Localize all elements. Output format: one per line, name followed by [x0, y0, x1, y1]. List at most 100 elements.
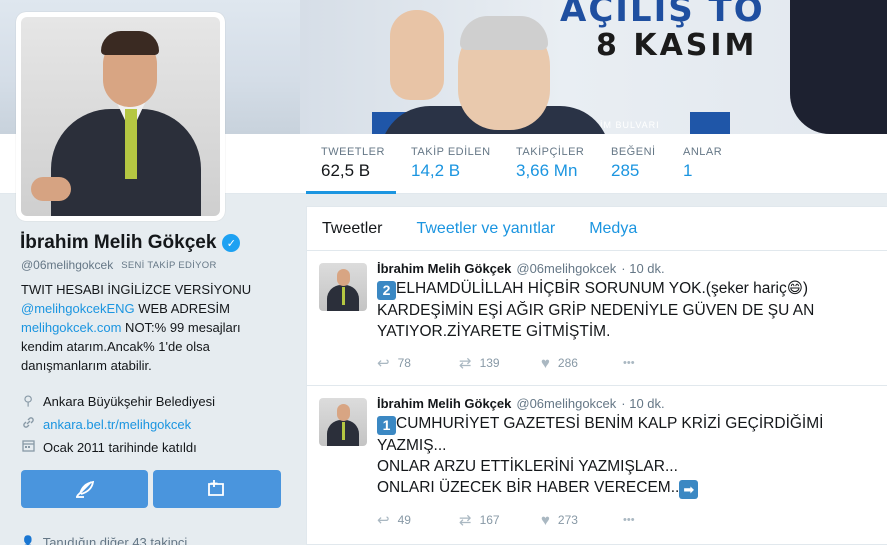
people-icon: 👤 — [21, 536, 35, 545]
tweet-author-name[interactable]: İbrahim Melih Gökçek — [377, 261, 511, 276]
profile-name[interactable]: İbrahim Melih Gökçek — [20, 232, 216, 254]
more-icon: ••• — [623, 357, 635, 369]
tab-tweets-and-replies[interactable]: Tweetler ve yanıtlar — [416, 220, 555, 238]
link-icon — [21, 416, 35, 432]
profile-handle[interactable]: @06melihgokcek — [21, 258, 113, 272]
retweet-count: 139 — [479, 356, 500, 370]
like-count: 286 — [557, 356, 578, 370]
bio-link-website[interactable]: melihgokcek.com — [21, 320, 121, 335]
reply-count: 49 — [397, 513, 411, 527]
retweet-icon: ⇄ — [459, 355, 472, 372]
like-count: 273 — [557, 513, 578, 527]
stat-value: 285 — [611, 161, 640, 180]
stat-value: 3,66 Mn — [516, 161, 578, 180]
profile-bio: TWIT HESABI İNGİLİZCE VERSİYONU @melihgo… — [21, 280, 276, 375]
stat-likes[interactable]: BEĞENİ 285 — [611, 146, 656, 194]
retweet-button[interactable]: ⇄ 139 — [459, 354, 541, 372]
stat-value: 62,5 B — [321, 161, 371, 180]
reply-icon: ↩ — [377, 355, 390, 372]
stat-value: 14,2 B — [411, 161, 461, 180]
banner-sign-right — [690, 112, 730, 134]
tweet-author-name[interactable]: İbrahim Melih Gökçek — [377, 396, 511, 411]
tweet-text: 1 CUMHURİYET GAZETESİ BENİM KALP KRİZİ GE… — [377, 413, 877, 499]
tweet-actions: ↩ 49 ⇄ 167 ♥ 273 ••• — [377, 511, 877, 530]
known-followers-row[interactable]: 👤 Tanıdığın diğer 43 takipçi — [21, 535, 187, 545]
tweet[interactable]: İbrahim Melih Gökçek @06melihgokcek · 10… — [307, 386, 887, 545]
tweet-timestamp[interactable]: · 10 dk. — [621, 396, 664, 411]
profile-name-row: İbrahim Melih Gökçek ✓ — [20, 232, 241, 254]
stat-tweets[interactable]: TWEETLER 62,5 B — [306, 146, 396, 194]
grinning-face-emoji: 😄 — [786, 280, 803, 297]
stat-label: TAKİPÇİLER — [516, 146, 585, 158]
stat-label: BEĞENİ — [611, 146, 656, 158]
heart-icon: ♥ — [541, 511, 550, 529]
timeline-tabs: Tweetler Tweetler ve yanıtlar Medya — [307, 207, 887, 251]
reply-button[interactable]: ↩ 49 — [377, 511, 459, 529]
keycap-two-emoji: 2 — [377, 281, 396, 300]
profile-location-row: ⚲ Ankara Büyükşehir Belediyesi — [21, 393, 215, 409]
tab-tweets[interactable]: Tweetler — [322, 220, 382, 238]
like-button[interactable]: ♥ 273 — [541, 512, 623, 529]
tweet-line: ONLAR ARZU ETTİKLERİNİ YAZMIŞLAR... — [377, 458, 678, 475]
reply-button[interactable]: ↩ 78 — [377, 354, 459, 372]
bio-text-1: TWIT HESABI İNGİLİZCE VERSİYONU — [21, 282, 252, 297]
tweet-line: CUMHURİYET GAZETESİ BENİM KALP KRİZİ GEÇ… — [377, 415, 824, 454]
reply-icon: ↩ — [377, 512, 390, 529]
retweet-icon: ⇄ — [459, 512, 472, 529]
tweet-avatar[interactable] — [319, 263, 367, 311]
direct-message-button[interactable] — [153, 470, 281, 508]
stat-following[interactable]: TAKİP EDİLEN 14,2 B — [411, 146, 491, 194]
tweet-header: İbrahim Melih Gökçek @06melihgokcek · 10… — [377, 396, 877, 411]
profile-avatar — [21, 17, 220, 216]
timeline: Tweetler Tweetler ve yanıtlar Medya İbra… — [306, 206, 887, 545]
profile-joined-date: Ocak 2011 tarihinde katıldı — [43, 439, 197, 455]
stat-label: TWEETLER — [321, 146, 385, 158]
tweet-actions: ↩ 78 ⇄ 139 ♥ 286 ••• — [377, 354, 877, 373]
bio-text-2: WEB ADRESİM — [134, 301, 230, 316]
tweet-timestamp[interactable]: · 10 dk. — [621, 261, 664, 276]
tweet-avatar[interactable] — [319, 398, 367, 446]
stat-label: TAKİP EDİLEN — [411, 146, 491, 158]
compose-feather-icon — [75, 480, 94, 498]
tab-media[interactable]: Medya — [589, 220, 637, 238]
location-icon: ⚲ — [23, 393, 33, 408]
stat-followers[interactable]: TAKİPÇİLER 3,66 Mn — [516, 146, 584, 194]
calendar-icon — [21, 439, 35, 455]
stat-label: ANLAR — [683, 146, 723, 158]
profile-joined-row: Ocak 2011 tarihinde katıldı — [21, 439, 197, 455]
bio-link-eng-account[interactable]: @melihgokcekENG — [21, 301, 135, 316]
tweet-author-handle[interactable]: @06melihgokcek — [516, 396, 616, 411]
banner-person-right — [790, 0, 887, 134]
tweet-line: ONLARI ÜZECEK BİR HABER VERECEM.. — [377, 479, 680, 496]
stat-moments[interactable]: ANLAR 1 — [683, 146, 722, 194]
more-button[interactable]: ••• — [623, 357, 705, 369]
known-followers-text: Tanıdığın diğer 43 takipçi — [42, 535, 188, 545]
tweet-to-button[interactable] — [21, 470, 148, 508]
banner-person-image — [380, 10, 610, 134]
tweet[interactable]: İbrahim Melih Gökçek @06melihgokcek · 10… — [307, 251, 887, 386]
tweet-author-handle[interactable]: @06melihgokcek — [516, 261, 616, 276]
tweet-text: 2 ELHAMDÜLİLLAH HİÇBİR SORUNUM YOK.(şeker… — [377, 278, 877, 342]
retweet-button[interactable]: ⇄ 167 — [459, 511, 541, 529]
profile-handle-row: @06melihgokcek SENİ TAKİP EDİYOR — [21, 258, 217, 272]
keycap-one-emoji: 1 — [377, 416, 396, 435]
profile-website-row: ankara.bel.tr/melihgokcek — [21, 416, 191, 432]
profile-avatar-frame[interactable] — [16, 12, 225, 221]
tweet-line: ELHAMDÜLİLLAH HİÇBİR SORUNUM YOK.(şeker … — [396, 280, 787, 297]
profile-website-link[interactable]: ankara.bel.tr/melihgokcek — [43, 417, 191, 432]
retweet-count: 167 — [479, 513, 500, 527]
like-button[interactable]: ♥ 286 — [541, 355, 623, 372]
tweet-line-end: ) — [802, 280, 809, 297]
more-button[interactable]: ••• — [623, 514, 705, 526]
right-arrow-emoji: ➡ — [679, 480, 699, 499]
reply-count: 78 — [397, 356, 411, 370]
verified-badge-icon: ✓ — [222, 234, 241, 252]
more-icon: ••• — [623, 514, 635, 526]
follows-you-badge: SENİ TAKİP EDİYOR — [121, 259, 217, 271]
stat-value: 1 — [683, 161, 693, 180]
heart-icon: ♥ — [541, 354, 550, 372]
message-icon — [208, 480, 224, 496]
tweet-header: İbrahim Melih Gökçek @06melihgokcek · 10… — [377, 261, 877, 276]
tweet-line: KARDEŞİMİN EŞİ AĞIR GRİP NEDENİYLE GÜVEN… — [377, 302, 815, 340]
banner-text-date: 8 KASIM — [596, 28, 758, 63]
